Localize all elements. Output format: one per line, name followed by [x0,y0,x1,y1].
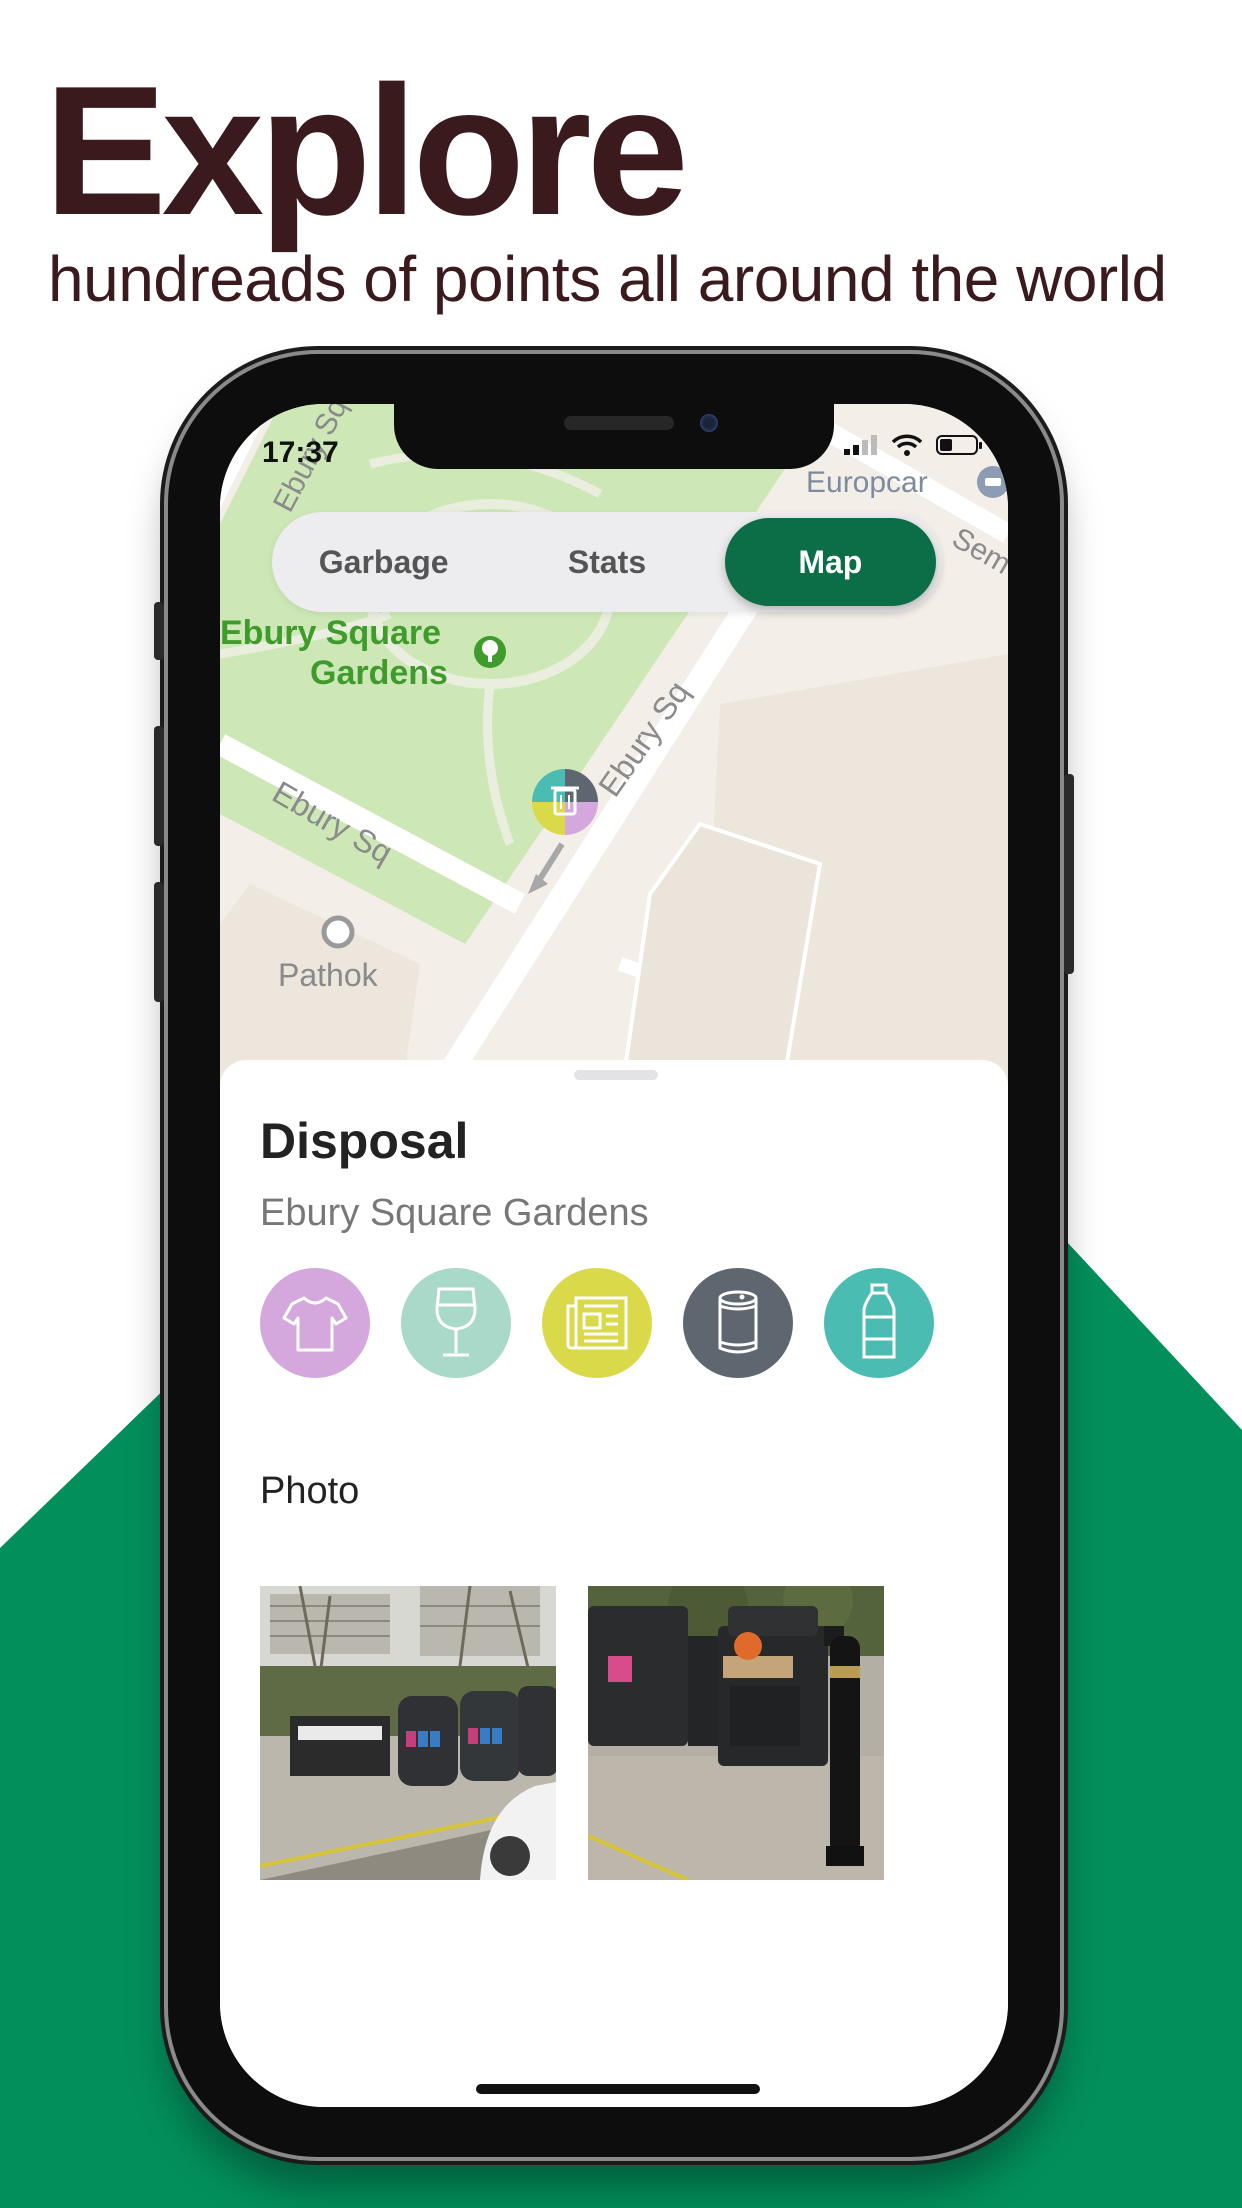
home-indicator[interactable] [476,2084,760,2094]
front-camera [700,414,718,432]
waste-categories [260,1268,934,1378]
bottle-icon [862,1283,896,1359]
tree-icon [474,636,506,668]
category-glass[interactable] [401,1268,511,1378]
wifi-icon [892,434,922,456]
category-paper[interactable] [542,1268,652,1378]
photo-section-label: Photo [260,1470,360,1512]
newspaper-icon [566,1296,628,1350]
map-label-europcar: Europcar [806,466,928,499]
view-switcher: Garbage Stats Map [272,512,942,612]
point-location: Ebury Square Gardens [260,1192,649,1234]
poi-marker-icon[interactable] [321,915,355,949]
tab-map[interactable]: Map [724,518,936,606]
notch [394,404,834,469]
volume-down-button [154,882,164,1002]
power-button [1064,774,1074,974]
category-textiles[interactable] [260,1268,370,1378]
trash-icon[interactable] [532,769,598,835]
map-label-poi: Pathok [278,957,379,993]
photo-thumbnail[interactable] [260,1586,556,1880]
point-title: Disposal [260,1113,469,1169]
can-icon [718,1290,758,1354]
speaker-grille [564,416,674,430]
wine-glass-icon [435,1287,477,1357]
photo-gallery [260,1586,884,1880]
photo-thumbnail[interactable] [588,1586,884,1880]
phone-screen: 17:37 Ebury Sq Ebury Square Gardens Ebur… [220,404,1008,2107]
sheet-grabber[interactable] [574,1070,658,1080]
phone-frame: 17:37 Ebury Sq Ebury Square Gardens Ebur… [154,354,1074,2157]
volume-up-button [154,726,164,846]
battery-icon [936,435,982,455]
category-metal[interactable] [683,1268,793,1378]
status-time: 17:37 [262,436,339,469]
signal-icon [844,435,877,455]
detail-sheet: Disposal Ebury Square Gardens Photo [220,1060,1008,2107]
tab-stats[interactable]: Stats [501,518,712,606]
headline: Explore [44,47,689,253]
tab-garbage[interactable]: Garbage [278,518,489,606]
tshirt-icon [282,1296,348,1352]
map-view[interactable]: Ebury Sq Ebury Square Gardens Ebury Sq E… [220,404,1008,1104]
status-icons [844,434,982,456]
car-icon [977,466,1008,498]
subheadline: hundreads of points all around the world [48,243,1167,315]
silent-switch [154,602,164,660]
category-plastic[interactable] [824,1268,934,1378]
